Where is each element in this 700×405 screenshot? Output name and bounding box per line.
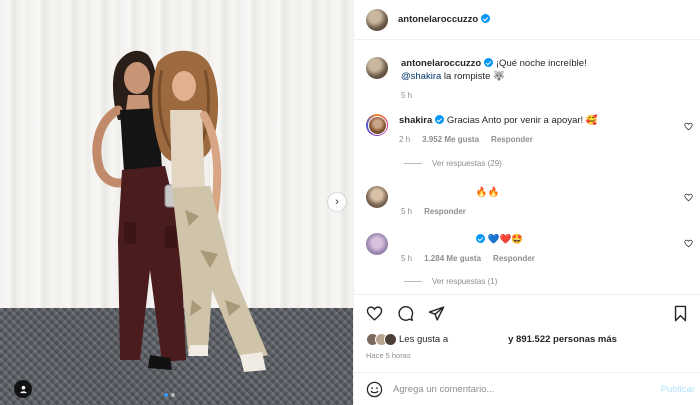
replies-divider bbox=[404, 281, 422, 282]
comment-likes[interactable]: 3.952 Me gusta bbox=[422, 133, 479, 146]
verified-badge-icon bbox=[435, 115, 445, 124]
caption-username[interactable]: antonelaroccuzzo bbox=[401, 58, 481, 69]
caption-mention-link[interactable]: @shakira bbox=[401, 71, 441, 82]
comment-avatar[interactable] bbox=[366, 186, 388, 208]
author-username-text[interactable]: antonelaroccuzzo bbox=[398, 14, 478, 25]
action-icons bbox=[366, 305, 445, 322]
caption: antonelaroccuzzo ¡Qué noche increíble! @… bbox=[366, 57, 587, 102]
like-comment-heart-icon[interactable] bbox=[684, 239, 693, 248]
comment-text-line: 🔥🔥 bbox=[401, 186, 500, 199]
caption-text-line-2: @shakira la rompiste 🐺 bbox=[401, 70, 587, 83]
comment-time[interactable]: 5 h bbox=[401, 205, 412, 218]
liker-avatars bbox=[366, 333, 397, 346]
verified-badge-icon bbox=[481, 14, 491, 23]
comment-avatar[interactable] bbox=[366, 233, 388, 255]
comment-username[interactable] bbox=[401, 234, 473, 242]
reply-button[interactable]: Responder bbox=[491, 133, 533, 146]
view-replies-label[interactable]: Ver respuestas (1) bbox=[432, 277, 497, 286]
likes-summary: Les gusta a y 891.522 personas más bbox=[366, 333, 617, 346]
carousel-dots bbox=[164, 393, 175, 397]
carousel-dot-active bbox=[164, 393, 168, 397]
view-replies-button[interactable]: Ver respuestas (29) bbox=[404, 159, 502, 168]
author-avatar[interactable] bbox=[366, 8, 388, 31]
comment-username[interactable] bbox=[401, 187, 473, 195]
comments-list: antonelaroccuzzo ¡Qué noche increíble! @… bbox=[354, 41, 700, 293]
comment-item: 🔥🔥 5 h Responder bbox=[366, 186, 499, 218]
comment-item: 💙❤️🤩 5 h 1.284 Me gusta Responder bbox=[366, 233, 535, 265]
post-actions: Les gusta a y 891.522 personas más Hace … bbox=[354, 294, 700, 405]
share-paper-plane-icon[interactable] bbox=[428, 305, 445, 322]
comment-text: 🔥🔥 bbox=[475, 187, 500, 198]
comment-text-line: 💙❤️🤩 bbox=[401, 233, 535, 246]
like-heart-icon[interactable] bbox=[366, 305, 383, 322]
comment-text: Gracias Anto por venir a apoyar! 🥰 bbox=[446, 115, 598, 126]
comment-body: 💙❤️🤩 5 h 1.284 Me gusta Responder bbox=[401, 233, 535, 265]
save-bookmark-icon[interactable] bbox=[672, 305, 689, 322]
reply-button[interactable]: Responder bbox=[424, 205, 466, 218]
reply-button[interactable]: Responder bbox=[493, 252, 535, 265]
verified-badge-icon bbox=[476, 234, 485, 243]
comment-meta: 5 h 1.284 Me gusta Responder bbox=[401, 252, 535, 265]
comment-meta: 5 h Responder bbox=[401, 205, 499, 218]
caption-body: antonelaroccuzzo ¡Qué noche increíble! @… bbox=[401, 57, 587, 102]
emoji-smiley-icon[interactable] bbox=[366, 381, 383, 398]
tagged-users-button[interactable] bbox=[14, 380, 32, 398]
comment-text-line: shakira Gracias Anto por venir a apoyar!… bbox=[399, 114, 598, 127]
carousel-dot bbox=[171, 393, 175, 397]
next-photo-button[interactable]: › bbox=[328, 193, 346, 211]
like-comment-heart-icon[interactable] bbox=[684, 193, 693, 202]
comment-bubble-icon[interactable] bbox=[397, 305, 414, 322]
comment-composer: Publicar bbox=[354, 372, 700, 405]
likes-count[interactable]: y 891.522 personas más bbox=[508, 334, 617, 345]
comment-item: shakira Gracias Anto por venir a apoyar!… bbox=[366, 114, 598, 146]
comment-time[interactable]: 5 h bbox=[401, 252, 412, 265]
post-timestamp[interactable]: Hace 5 horas bbox=[366, 351, 411, 360]
comment-input[interactable] bbox=[393, 384, 633, 395]
caption-text-2: la rompiste 🐺 bbox=[441, 71, 505, 82]
caption-avatar[interactable] bbox=[366, 57, 388, 79]
comment-avatar[interactable] bbox=[366, 114, 388, 136]
view-replies-label[interactable]: Ver respuestas (29) bbox=[432, 159, 502, 168]
people-illustration bbox=[92, 50, 268, 372]
comment-time[interactable]: 2 h bbox=[399, 133, 410, 146]
comment-likes[interactable]: 1.284 Me gusta bbox=[424, 252, 481, 265]
user-icon bbox=[19, 385, 27, 393]
publish-button[interactable]: Publicar bbox=[661, 384, 695, 395]
caption-time[interactable]: 5 h bbox=[401, 89, 412, 102]
comment-body: 🔥🔥 5 h Responder bbox=[401, 186, 499, 218]
liker-avatar[interactable] bbox=[384, 333, 397, 346]
post-photo[interactable]: › bbox=[0, 0, 353, 405]
comment-body: shakira Gracias Anto por venir a apoyar!… bbox=[399, 114, 598, 146]
replies-divider bbox=[404, 163, 422, 164]
author-username[interactable]: antonelaroccuzzo bbox=[398, 14, 491, 25]
like-comment-heart-icon[interactable] bbox=[684, 122, 693, 131]
comment-username[interactable]: shakira bbox=[399, 115, 432, 126]
comment-text: 💙❤️🤩 bbox=[487, 234, 524, 245]
post-header: antonelaroccuzzo bbox=[354, 0, 700, 40]
comment-meta: 2 h 3.952 Me gusta Responder bbox=[399, 133, 598, 146]
caption-text-line: antonelaroccuzzo ¡Qué noche increíble! bbox=[401, 57, 587, 70]
post-side-panel: antonelaroccuzzo antonelaroccuzzo ¡Qué n… bbox=[353, 0, 700, 405]
liked-by-prefix: Les gusta a bbox=[399, 334, 449, 345]
view-replies-button[interactable]: Ver respuestas (1) bbox=[404, 277, 497, 286]
caption-text: ¡Qué noche increíble! bbox=[495, 58, 587, 69]
verified-badge-icon bbox=[484, 58, 494, 67]
caption-meta: 5 h bbox=[401, 89, 587, 102]
